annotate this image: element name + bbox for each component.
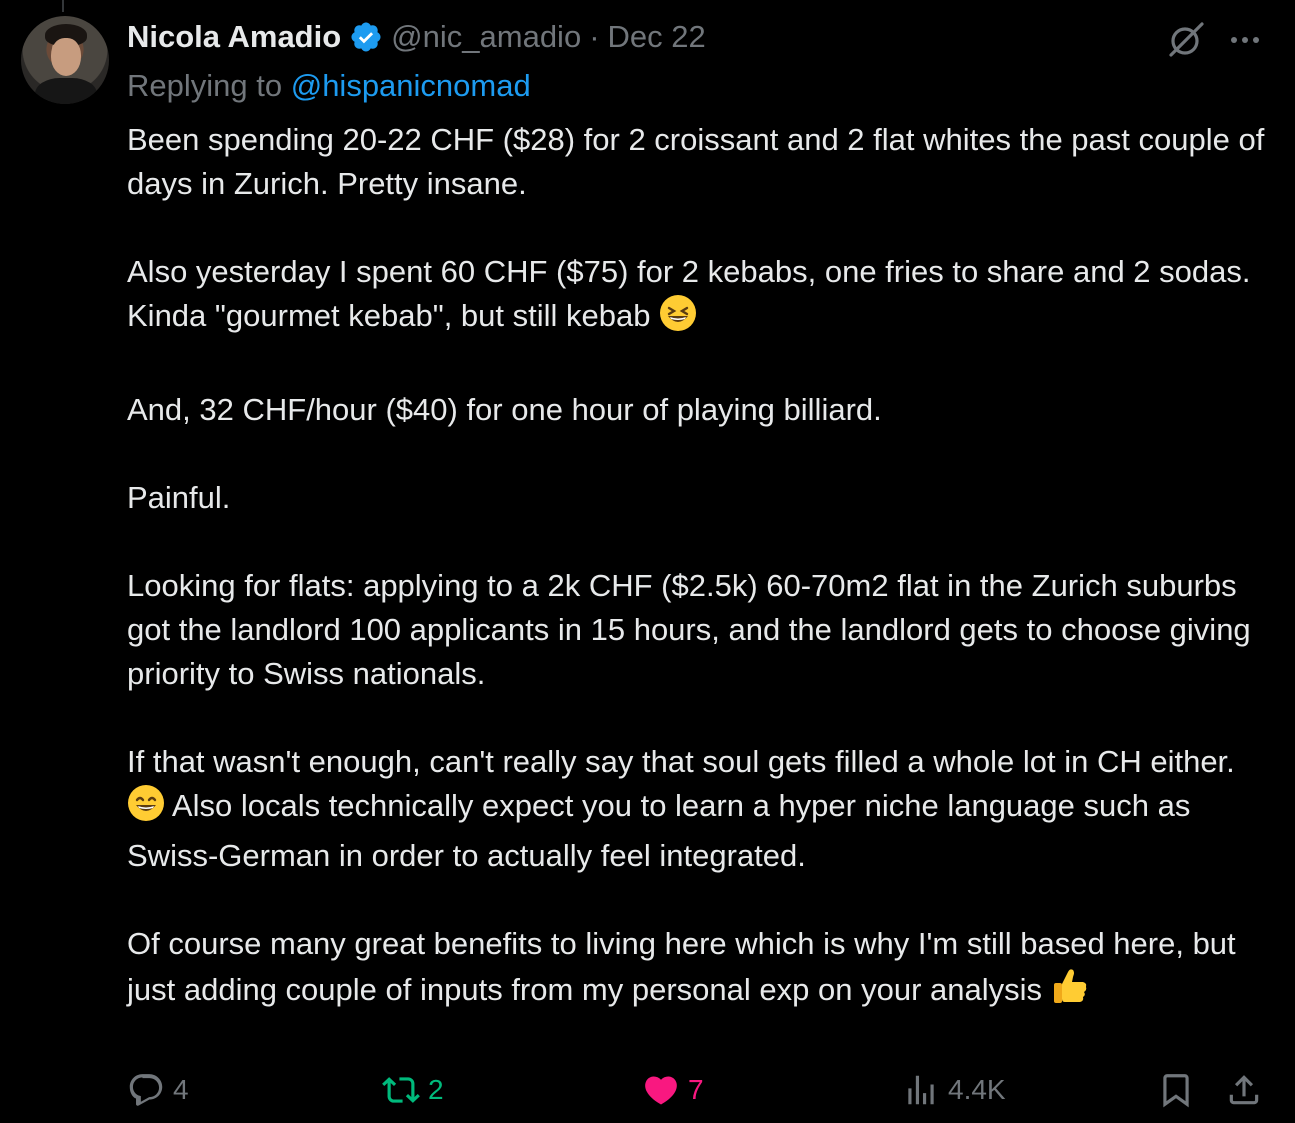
tweet-paragraph: If that wasn't enough, can't really say … bbox=[127, 744, 1235, 873]
tweet-paragraph: Painful. bbox=[127, 480, 231, 515]
verified-badge-icon[interactable] bbox=[349, 20, 383, 54]
tweet-paragraph: Of course many great benefits to living … bbox=[127, 922, 1277, 1018]
views-button[interactable]: 4.4K bbox=[902, 1066, 1006, 1114]
share-button[interactable] bbox=[1225, 1066, 1271, 1114]
views-count: 4.4K bbox=[948, 1074, 1006, 1105]
views-icon bbox=[908, 1075, 934, 1105]
tweet-text: Been spending 20-22 CHF ($28) for 2 croi… bbox=[127, 118, 1277, 1018]
replying-to-line: Replying to @hispanicnomad bbox=[127, 68, 531, 104]
grinning-face-with-smiling-eyes-icon bbox=[127, 784, 165, 834]
reply-icon bbox=[129, 1074, 163, 1106]
thread-line bbox=[62, 0, 64, 12]
share-icon bbox=[1229, 1075, 1259, 1105]
more-icon[interactable] bbox=[1226, 26, 1266, 54]
tweet-paragraph: Been spending 20-22 CHF ($28) for 2 croi… bbox=[127, 122, 1265, 201]
reply-count: 4 bbox=[173, 1074, 189, 1105]
grinning-squinting-face-icon bbox=[659, 294, 697, 344]
tweet-card[interactable]: Nicola Amadio @nic_amadio · Dec 22 Reply… bbox=[0, 0, 1295, 1123]
tweet-paragraph: Also yesterday I spent 60 CHF ($75) for … bbox=[127, 250, 1277, 344]
author-handle[interactable]: @nic_amadio bbox=[391, 19, 581, 55]
retweet-button[interactable]: 2 bbox=[382, 1066, 444, 1114]
action-bar: 4 2 7 4.4K bbox=[127, 1066, 1267, 1114]
reply-button[interactable]: 4 bbox=[127, 1066, 189, 1114]
replying-to-mention[interactable]: @hispanicnomad bbox=[291, 68, 531, 103]
tweet-paragraph: Looking for flats: applying to a 2k CHF … bbox=[127, 568, 1251, 691]
tweet-date[interactable]: Dec 22 bbox=[608, 19, 706, 55]
like-icon bbox=[645, 1076, 677, 1105]
like-count: 7 bbox=[688, 1074, 704, 1105]
grok-icon[interactable] bbox=[1166, 20, 1206, 60]
avatar[interactable] bbox=[21, 16, 109, 104]
bookmark-icon bbox=[1163, 1074, 1189, 1108]
bookmark-button[interactable] bbox=[1157, 1066, 1203, 1114]
retweet-icon bbox=[382, 1077, 420, 1103]
author-name[interactable]: Nicola Amadio bbox=[127, 19, 341, 55]
tweet-header: Nicola Amadio @nic_amadio · Dec 22 bbox=[127, 14, 706, 60]
replying-prefix: Replying to bbox=[127, 68, 283, 103]
thumbs-up-icon bbox=[1051, 966, 1089, 1018]
like-button[interactable]: 7 bbox=[642, 1066, 704, 1114]
tweet-paragraph: And, 32 CHF/hour ($40) for one hour of p… bbox=[127, 392, 882, 427]
retweet-count: 2 bbox=[428, 1074, 444, 1105]
separator-dot: · bbox=[589, 19, 600, 54]
